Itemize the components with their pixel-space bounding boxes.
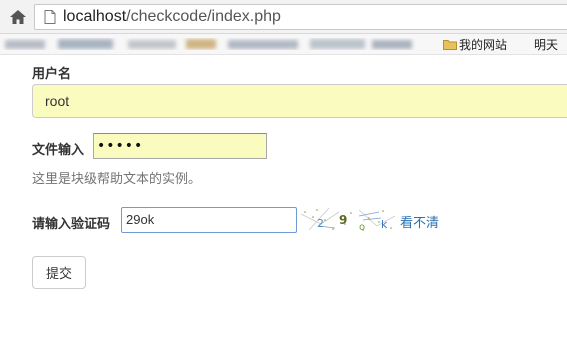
address-bar[interactable]: localhost/checkcode/index.php [34, 4, 567, 30]
username-label: 用户名 [32, 66, 72, 81]
url-path: /checkcode/index.php [126, 8, 281, 25]
refresh-captcha-link[interactable]: 看不清 [400, 212, 439, 231]
bookmark-tomorrow[interactable]: 明天 [534, 36, 558, 53]
captcha-char: 2 [317, 217, 324, 230]
username-input[interactable]: root [32, 84, 567, 118]
url-host: localhost [63, 8, 127, 25]
blurred-bookmarks [5, 39, 412, 49]
file-input-label: 文件输入 [32, 142, 85, 157]
captcha-char: 9 [339, 213, 347, 227]
bookmark-label: 我的网站 [459, 38, 508, 52]
bookmark-my-sites[interactable]: 我的网站 [443, 36, 507, 53]
captcha-label: 请输入验证码 [32, 216, 111, 231]
folder-icon [443, 40, 457, 50]
captcha-input[interactable]: 29ok [121, 207, 297, 233]
bookmarks-bar: 我的网站 明天 [0, 34, 567, 55]
captcha-char: o [359, 222, 365, 233]
help-text: 这里是块级帮助文本的实例。 [32, 171, 202, 186]
address-url: localhost/checkcode/index.php [63, 8, 281, 26]
bookmark-label: 明天 [534, 38, 559, 52]
page-icon [44, 10, 56, 24]
browser-toolbar: localhost/checkcode/index.php [0, 0, 567, 34]
submit-button[interactable]: 提交 [32, 256, 86, 289]
home-icon[interactable] [8, 7, 28, 27]
captcha-char: k [381, 218, 388, 231]
captcha-image[interactable]: 2 9 o k [299, 206, 399, 234]
password-input[interactable]: ••••• [93, 133, 267, 159]
